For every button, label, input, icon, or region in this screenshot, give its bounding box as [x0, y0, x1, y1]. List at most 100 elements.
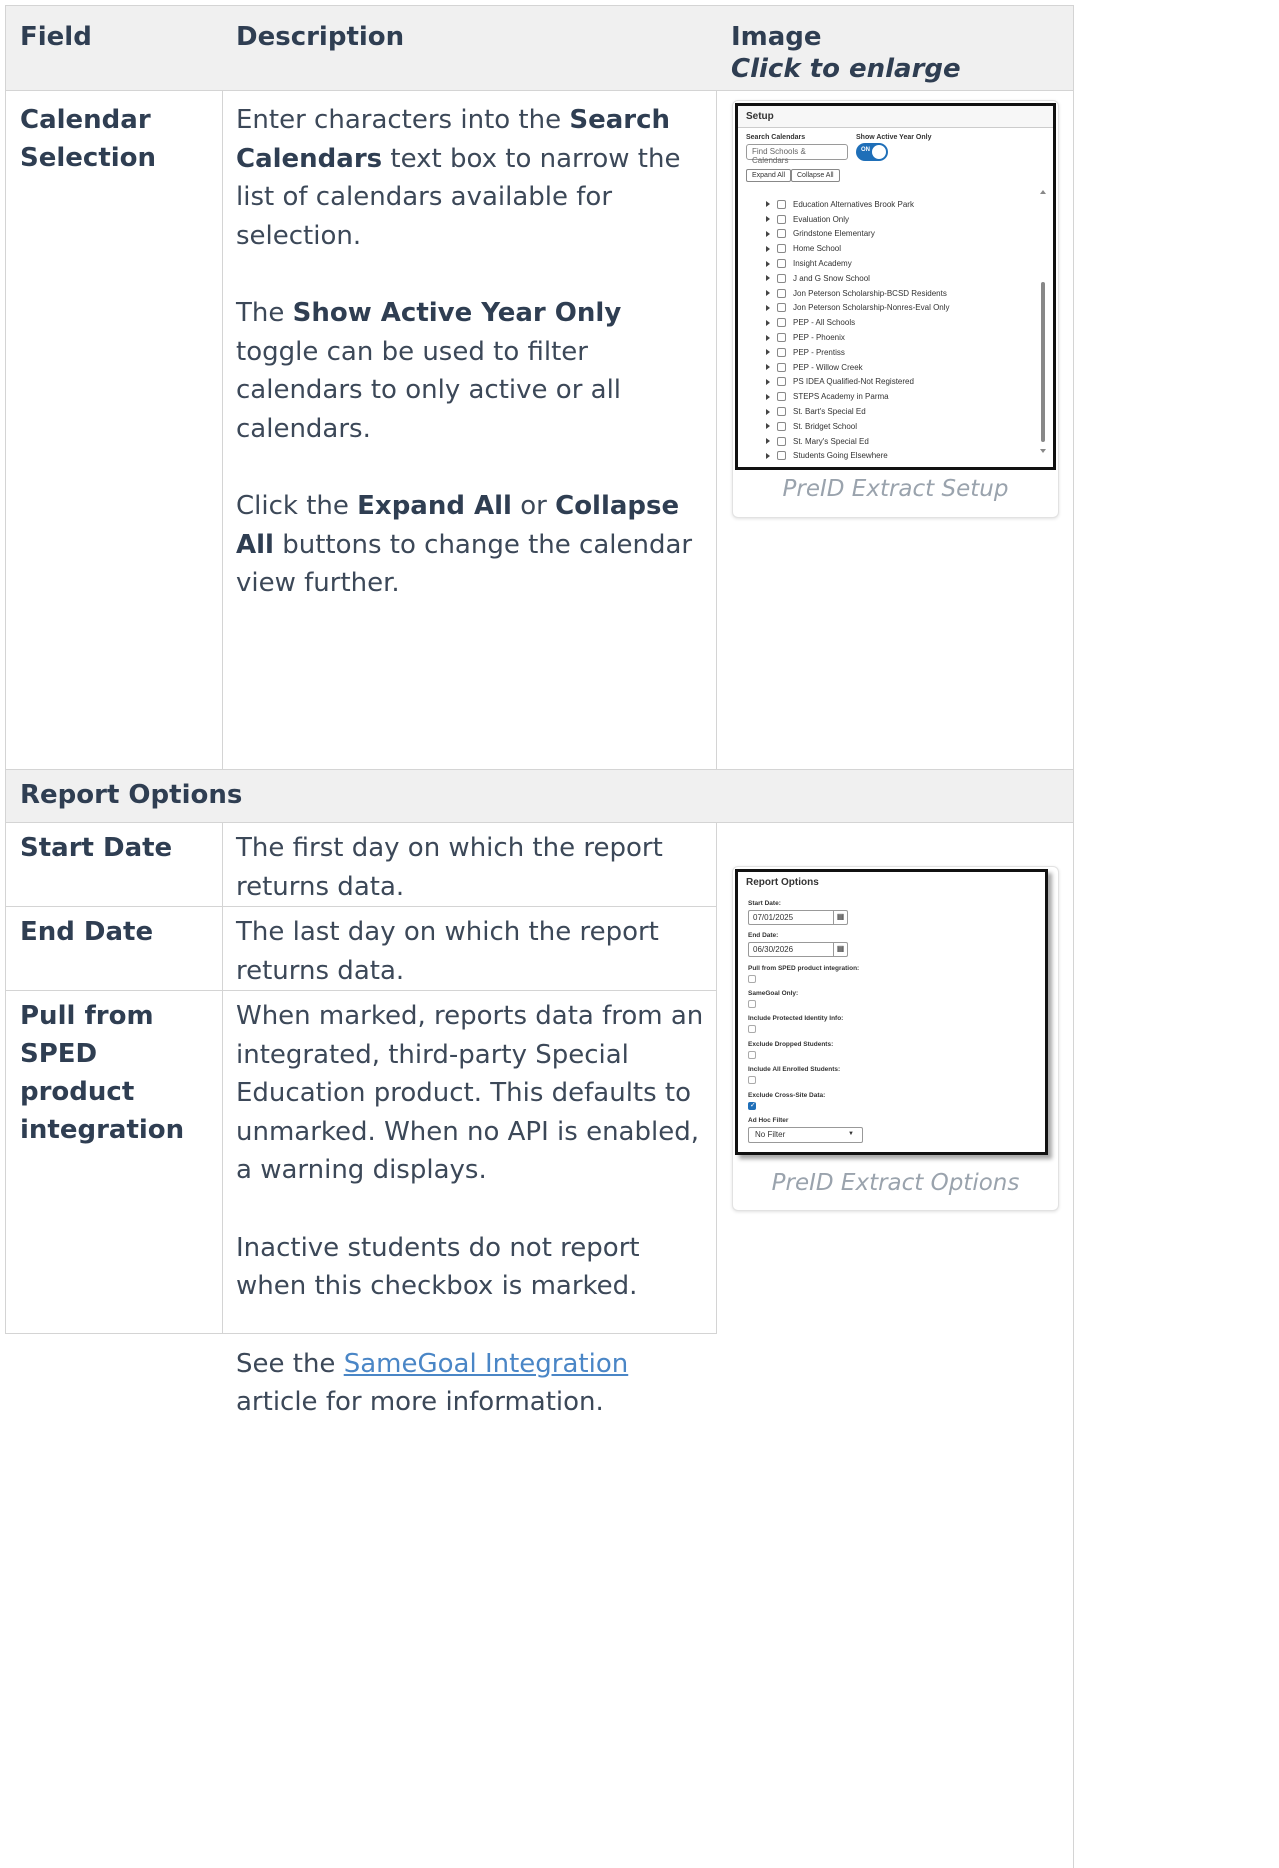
expand-triangle-icon[interactable]: [766, 201, 770, 208]
expand-triangle-icon[interactable]: [766, 290, 770, 297]
options-caption: PreID Extract Options: [771, 1170, 1020, 1196]
scroll-down-arrow-icon[interactable]: [1040, 449, 1046, 453]
include-enrolled-checkbox[interactable]: [748, 1076, 756, 1084]
calendar-field-label: Calendar Selection: [20, 105, 157, 173]
expand-triangle-icon[interactable]: [766, 260, 770, 267]
expand-triangle-icon[interactable]: [766, 230, 770, 237]
expand-triangle-icon[interactable]: [766, 423, 770, 430]
exclude-cross-site-checkbox[interactable]: [748, 1101, 756, 1110]
expand-triangle-icon[interactable]: [766, 438, 770, 445]
start-date-label: Start Date:: [748, 900, 781, 907]
calendar-checkbox[interactable]: [777, 244, 786, 254]
expand-triangle-icon[interactable]: [766, 245, 770, 252]
expand-triangle-icon[interactable]: [766, 349, 770, 356]
calendar-name: PEP - All Schools: [793, 318, 856, 328]
include-enrolled-label: Include All Enrolled Students:: [748, 1066, 841, 1073]
calendar-list-item[interactable]: St. Bridget School: [766, 419, 950, 434]
calendar-checkbox[interactable]: [777, 273, 786, 283]
calendar-checkbox[interactable]: [777, 303, 786, 313]
scrollbar[interactable]: [1041, 196, 1045, 448]
calendar-list-item[interactable]: Evaluation Only: [766, 212, 950, 227]
calendar-list-item[interactable]: Grindstone Elementary: [766, 227, 950, 242]
expand-triangle-icon[interactable]: [766, 393, 770, 400]
calendar-list-item[interactable]: Education Alternatives Brook Park: [766, 197, 950, 212]
expand-triangle-icon[interactable]: [766, 452, 770, 459]
setup-screenshot[interactable]: Setup Search Calendars Show Active Year …: [735, 103, 1056, 470]
sped-description-cell: When marked, reports data from an integr…: [222, 991, 717, 1417]
expand-triangle-icon[interactable]: [766, 216, 770, 223]
ad-hoc-filter-select[interactable]: No Filter ▼: [748, 1127, 863, 1143]
ad-hoc-filter-label: Ad Hoc Filter: [748, 1117, 789, 1124]
bold-text: Expand All: [357, 491, 512, 521]
calendar-checkbox[interactable]: [777, 421, 786, 431]
calendar-list-item[interactable]: Students Going Elsewhere: [766, 449, 950, 464]
calendar-list-item[interactable]: PEP - All Schools: [766, 315, 950, 330]
end-date-input[interactable]: 06/30/2026 ▦: [748, 942, 848, 957]
calendar-name: PEP - Phoenix: [793, 333, 845, 343]
expand-all-button[interactable]: Expand All: [746, 169, 792, 182]
expand-triangle-icon[interactable]: [766, 275, 770, 282]
protected-identity-label: Include Protected Identity Info:: [748, 1015, 844, 1022]
calendar-checkbox[interactable]: [777, 347, 786, 357]
start-date-input[interactable]: 07/01/2025 ▦: [748, 910, 848, 925]
calendar-list-item[interactable]: PEP - Willow Creek: [766, 360, 950, 375]
calendar-checkbox[interactable]: [777, 392, 786, 402]
calendar-checkbox[interactable]: [777, 288, 786, 298]
calendar-list-item[interactable]: St. Mary's Special Ed: [766, 434, 950, 449]
setup-caption: PreID Extract Setup: [782, 476, 1009, 502]
collapse-all-button[interactable]: Collapse All: [791, 169, 840, 182]
calendar-checkbox[interactable]: [777, 436, 786, 446]
calendar-icon[interactable]: ▦: [833, 911, 847, 924]
calendar-list-item[interactable]: STEPS Academy in Parma: [766, 389, 950, 404]
calendar-checkbox[interactable]: [777, 377, 786, 387]
calendar-list-item[interactable]: PS IDEA Qualified-Not Registered: [766, 375, 950, 390]
calendar-list-item[interactable]: Jon Peterson Scholarship-Nonres-Eval Onl…: [766, 301, 950, 316]
calendar-list-item[interactable]: PEP - Prentiss: [766, 345, 950, 360]
scroll-up-arrow-icon[interactable]: [1040, 190, 1046, 194]
pull-sped-checkbox[interactable]: [748, 975, 756, 983]
calendar-name: St. Mary's Special Ed: [793, 436, 869, 446]
sped-description: When marked, reports data from an integr…: [236, 997, 706, 1461]
exclude-dropped-label: Exclude Dropped Students:: [748, 1041, 834, 1048]
calendar-checkbox[interactable]: [777, 214, 786, 224]
scrollbar-thumb[interactable]: [1041, 282, 1045, 442]
calendar-list-item[interactable]: Home School: [766, 241, 950, 256]
samegoal-only-checkbox[interactable]: [748, 1000, 756, 1008]
samegoal-integration-link[interactable]: SameGoal Integration: [344, 1349, 629, 1379]
expand-triangle-icon[interactable]: [766, 408, 770, 415]
show-active-year-toggle[interactable]: ON: [856, 143, 888, 161]
calendar-icon[interactable]: ▦: [833, 943, 847, 956]
expand-triangle-icon[interactable]: [766, 319, 770, 326]
expand-triangle-icon[interactable]: [766, 364, 770, 371]
calendar-checkbox[interactable]: [777, 199, 786, 209]
expand-triangle-icon[interactable]: [766, 378, 770, 385]
start-date-description-cell: The first day on which the report return…: [222, 823, 717, 907]
ad-hoc-filter-value: No Filter: [755, 1130, 786, 1139]
options-thumbnail-card[interactable]: Report Options Start Date: 07/01/2025 ▦ E…: [732, 866, 1059, 1211]
calendar-list-item[interactable]: Insight Academy: [766, 256, 950, 271]
calendar-list-item[interactable]: J and G Snow School: [766, 271, 950, 286]
calendar-list-item[interactable]: PEP - Phoenix: [766, 330, 950, 345]
calendar-name: St. Bridget School: [793, 421, 858, 431]
protected-identity-checkbox[interactable]: [748, 1025, 756, 1033]
calendar-checkbox[interactable]: [777, 318, 786, 328]
calendar-name: Jon Peterson Scholarship-BCSD Residents: [793, 288, 947, 298]
end-date-description: The last day on which the report returns…: [236, 917, 659, 986]
calendar-checkbox[interactable]: [777, 259, 786, 269]
calendar-checkbox[interactable]: [777, 407, 786, 417]
setup-thumbnail-card[interactable]: Setup Search Calendars Show Active Year …: [732, 100, 1059, 518]
calendar-checkbox[interactable]: [777, 333, 786, 343]
text: article for more information.: [236, 1387, 604, 1417]
expand-triangle-icon[interactable]: [766, 334, 770, 341]
search-calendars-input[interactable]: Find Schools & Calendars: [746, 144, 848, 165]
report-options-section-header: Report Options: [5, 770, 1074, 823]
exclude-dropped-checkbox[interactable]: [748, 1051, 756, 1059]
calendar-list-item[interactable]: Jon Peterson Scholarship-BCSD Residents: [766, 286, 950, 301]
calendar-checkbox[interactable]: [777, 451, 786, 461]
options-screenshot[interactable]: Report Options Start Date: 07/01/2025 ▦ E…: [735, 869, 1048, 1155]
calendar-checkbox[interactable]: [777, 362, 786, 372]
expand-triangle-icon[interactable]: [766, 304, 770, 311]
samegoal-only-label: SameGoal Only:: [748, 990, 799, 997]
calendar-list-item[interactable]: St. Bart's Special Ed: [766, 404, 950, 419]
calendar-checkbox[interactable]: [777, 229, 786, 239]
